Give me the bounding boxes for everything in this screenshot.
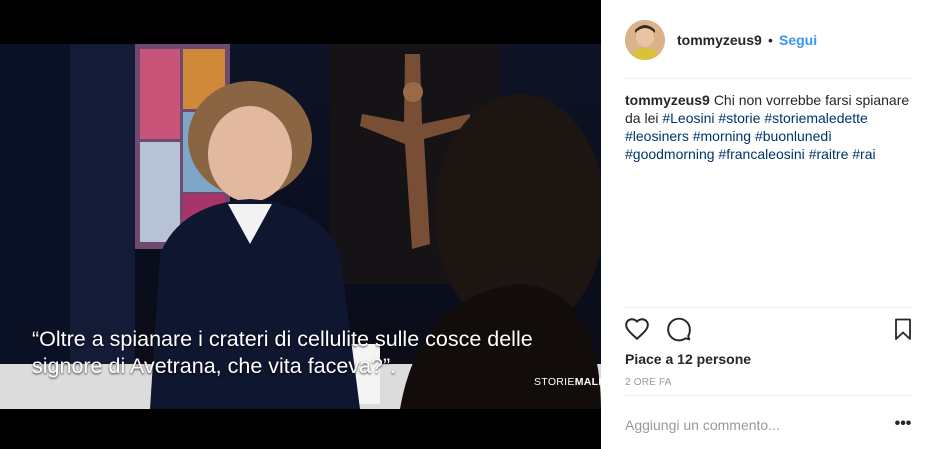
caption-comment: tommyzeus9 Chi non vorrebbe farsi spianar… [625, 91, 910, 163]
post-header: tommyzeus9 • Segui [601, 0, 934, 79]
post-media[interactable]: “Oltre a spianare i crateri di cellulite… [0, 0, 601, 449]
video-subtitle: “Oltre a spianare i crateri di cellulite… [32, 326, 598, 380]
heart-icon-glyph [625, 318, 649, 341]
more-options-icon[interactable]: ••• [893, 414, 913, 434]
subtitle-line-2: signore di Avetrana, che vita faceva?”. [32, 354, 397, 378]
header-separator: • [768, 32, 773, 48]
post-photo[interactable]: “Oltre a spianare i crateri di cellulite… [0, 44, 601, 409]
actions-divider [623, 307, 912, 308]
comment-box-divider [623, 395, 912, 396]
hashtag-link[interactable]: #morning [693, 128, 751, 144]
comment-icon[interactable] [665, 316, 693, 344]
hashtag-link[interactable]: #raitre [809, 146, 849, 162]
subtitle-line-1: “Oltre a spianare i crateri di cellulite… [32, 327, 533, 351]
hashtag-link[interactable]: #rai [852, 146, 875, 162]
header-divider [623, 78, 912, 79]
show-watermark: STORIEMALEDE [534, 376, 601, 388]
post-timestamp[interactable]: 2 ORE FA [625, 377, 672, 388]
user-avatar-icon[interactable] [625, 20, 665, 60]
heart-icon[interactable] [623, 316, 651, 344]
add-comment-input[interactable] [625, 416, 875, 434]
likes-count[interactable]: Piace a 12 persone [625, 351, 751, 367]
comment-icon-glyph [667, 317, 691, 342]
hashtag-link[interactable]: #buonlunedì [755, 128, 832, 144]
action-bar [623, 316, 912, 346]
hashtag-link[interactable]: #leosiners [625, 128, 689, 144]
bookmark-icon[interactable] [889, 316, 917, 344]
comment-username-link[interactable]: tommyzeus9 [625, 92, 710, 108]
avatar-photo [625, 20, 665, 60]
hashtag-link[interactable]: #storie [718, 110, 760, 126]
post-sidebar: tommyzeus9 • Segui tommyzeus9 Chi non vor… [601, 0, 934, 449]
hashtag-link[interactable]: #storiemaledette [764, 110, 868, 126]
hashtag-link[interactable]: #Leosini [662, 110, 714, 126]
hashtag-link[interactable]: #francaleosini [718, 146, 804, 162]
header-username-link[interactable]: tommyzeus9 [677, 32, 762, 48]
hashtag-link[interactable]: #goodmorning [625, 146, 715, 162]
bookmark-icon-glyph [895, 318, 911, 340]
show-watermark-bold: MALEDE [574, 376, 601, 388]
show-watermark-light: STORIE [534, 376, 575, 388]
follow-button[interactable]: Segui [779, 32, 817, 48]
